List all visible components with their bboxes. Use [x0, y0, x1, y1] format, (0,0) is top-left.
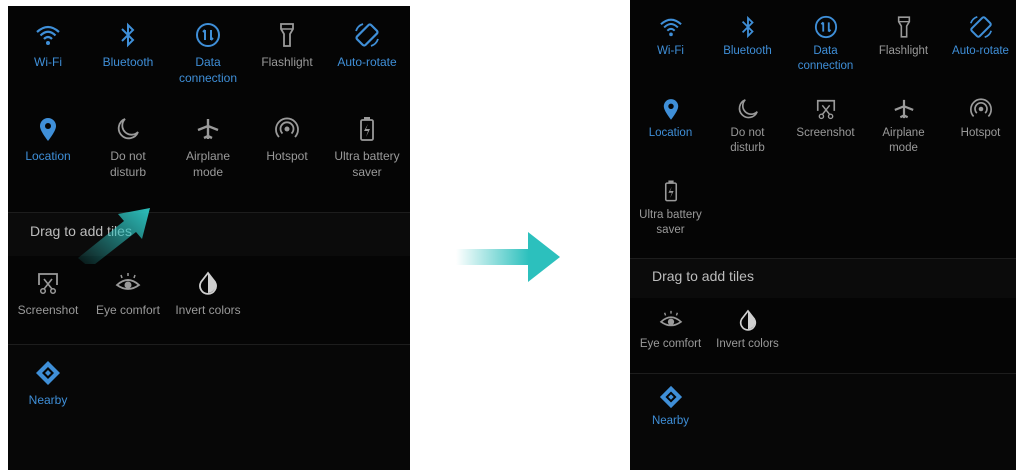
tile-label: Ultra battery saver: [334, 149, 400, 179]
tile-label: Do not disturb: [109, 149, 147, 179]
auto-rotate-icon: [968, 14, 994, 40]
tile-nearby[interactable]: Nearby: [9, 358, 87, 408]
tile-hotspot[interactable]: Hotspot: [248, 114, 326, 164]
tile-invert-colors[interactable]: Invert colors: [709, 307, 786, 352]
tile-label: Eye comfort: [95, 303, 161, 317]
tile-location[interactable]: Location: [632, 96, 709, 141]
tile-label: Airplane mode: [882, 127, 925, 154]
moon-icon: [737, 96, 759, 122]
tile-label: Invert colors: [716, 338, 779, 350]
tile-airplane-mode[interactable]: Airplane mode: [865, 96, 942, 156]
left-quick-settings-panel: Wi-Fi Bluetooth Data connection Flashlig…: [8, 6, 410, 470]
tile-ultra-battery-saver[interactable]: Ultra battery saver: [328, 114, 406, 180]
right-quick-settings-panel: Wi-Fi Bluetooth Data connection Flashlig…: [630, 0, 1016, 470]
divider: [630, 373, 1016, 374]
tile-label: Wi-Fi: [657, 45, 684, 57]
bluetooth-icon: [739, 14, 757, 40]
moon-icon: [116, 114, 140, 144]
tile-invert-colors[interactable]: Invert colors: [169, 268, 247, 318]
tile-label: Data connection: [178, 55, 238, 85]
screenshot-icon: [36, 268, 60, 298]
tile-auto-rotate[interactable]: Auto-rotate: [328, 20, 406, 70]
hotspot-icon: [969, 96, 993, 122]
airplane-icon: [893, 96, 915, 122]
tile-eye-comfort[interactable]: Eye comfort: [632, 307, 709, 352]
tile-label: Ultra battery saver: [639, 209, 702, 236]
tile-label: Nearby: [651, 415, 690, 427]
battery-saver-icon: [359, 114, 375, 144]
invert-colors-icon: [197, 268, 219, 298]
tile-label: Flashlight: [261, 55, 313, 69]
tile-label: Invert colors: [175, 303, 241, 317]
tile-label: Bluetooth: [723, 45, 772, 57]
bluetooth-icon: [118, 20, 138, 50]
flashlight-icon: [278, 20, 296, 50]
screenshot-icon: [815, 96, 837, 122]
location-icon: [38, 114, 58, 144]
tile-label: Auto-rotate: [952, 45, 1009, 57]
eye-comfort-icon: [115, 268, 141, 298]
tile-label: Data connection: [797, 45, 854, 72]
tile-data-connection[interactable]: Data connection: [787, 14, 864, 74]
hotspot-icon: [274, 114, 300, 144]
auto-rotate-icon: [353, 20, 381, 50]
nearby-icon: [659, 384, 683, 410]
transition-arrow-icon: [456, 232, 560, 282]
data-connection-icon: [195, 20, 221, 50]
tile-label: Auto-rotate: [337, 55, 397, 69]
drag-arrow-icon: [78, 208, 150, 264]
tile-label: Screenshot: [796, 127, 855, 139]
tile-nearby[interactable]: Nearby: [632, 384, 709, 429]
tile-label: Airplane mode: [185, 149, 231, 179]
tile-label: Bluetooth: [102, 55, 154, 69]
data-connection-icon: [814, 14, 838, 40]
tile-label: Wi-Fi: [34, 55, 62, 69]
wifi-icon: [659, 14, 683, 40]
tile-bluetooth[interactable]: Bluetooth: [89, 20, 167, 70]
tile-label: Eye comfort: [639, 338, 702, 350]
tile-airplane-mode[interactable]: Airplane mode: [169, 114, 247, 180]
tile-wifi[interactable]: Wi-Fi: [9, 20, 87, 70]
tile-do-not-disturb[interactable]: Do not disturb: [89, 114, 167, 180]
tile-bluetooth[interactable]: Bluetooth: [709, 14, 786, 59]
tile-location[interactable]: Location: [9, 114, 87, 164]
flashlight-icon: [896, 14, 912, 40]
airplane-icon: [196, 114, 220, 144]
tile-flashlight[interactable]: Flashlight: [865, 14, 942, 59]
tile-auto-rotate[interactable]: Auto-rotate: [942, 14, 1016, 59]
tile-label: Screenshot: [17, 303, 79, 317]
tile-ultra-battery-saver[interactable]: Ultra battery saver: [632, 178, 709, 238]
tile-do-not-disturb[interactable]: Do not disturb: [709, 96, 786, 156]
tile-label: Hotspot: [960, 127, 1001, 139]
wifi-icon: [35, 20, 61, 50]
tile-flashlight[interactable]: Flashlight: [248, 20, 326, 70]
nearby-icon: [35, 358, 61, 388]
tile-screenshot[interactable]: Screenshot: [787, 96, 864, 141]
eye-comfort-icon: [659, 307, 683, 333]
tile-hotspot[interactable]: Hotspot: [942, 96, 1016, 141]
tile-screenshot[interactable]: Screenshot: [9, 268, 87, 318]
tile-label: Location: [648, 127, 693, 139]
tile-label: Hotspot: [266, 149, 308, 163]
tile-wifi[interactable]: Wi-Fi: [632, 14, 709, 59]
battery-saver-icon: [664, 178, 678, 204]
tile-data-connection[interactable]: Data connection: [169, 20, 247, 86]
invert-colors-icon: [738, 307, 758, 333]
divider: [8, 212, 410, 213]
tile-label: Location: [25, 149, 71, 163]
tile-label: Nearby: [28, 393, 68, 407]
tile-label: Flashlight: [878, 45, 929, 57]
tile-label: Do not disturb: [730, 127, 765, 154]
divider: [630, 258, 1016, 259]
location-icon: [662, 96, 680, 122]
drag-to-add-tiles-label: Drag to add tiles: [652, 268, 754, 284]
tile-eye-comfort[interactable]: Eye comfort: [89, 268, 167, 318]
divider: [8, 344, 410, 345]
